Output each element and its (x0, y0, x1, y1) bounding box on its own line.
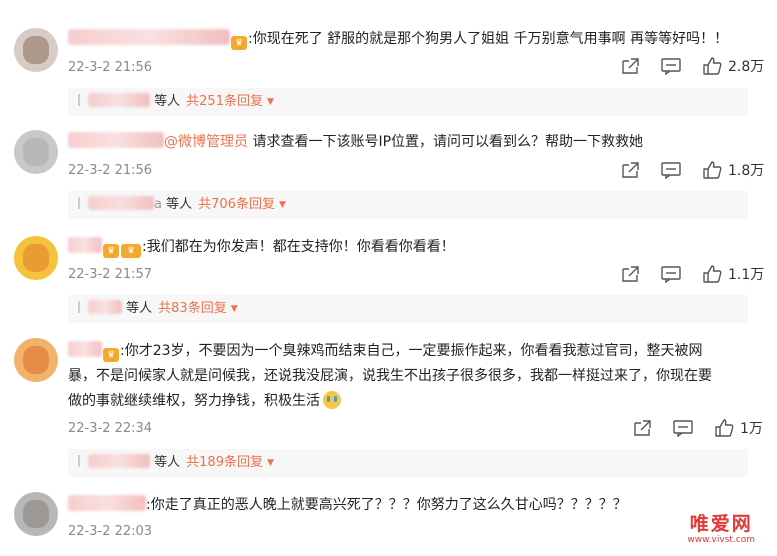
comment-icon (661, 58, 681, 75)
chevron-down-icon: ▼ (230, 304, 238, 314)
share-button[interactable] (620, 57, 640, 75)
share-icon (622, 58, 639, 74)
reply-count[interactable]: 共83条回复 (158, 301, 227, 316)
reply-who: 等人 (166, 197, 193, 212)
like-icon (703, 161, 722, 179)
comment-time: 22-3-2 21:56 (68, 163, 153, 178)
like-icon (703, 265, 722, 283)
chevron-down-icon: ▼ (266, 97, 274, 107)
comment-icon (661, 162, 681, 179)
username-redacted[interactable] (68, 341, 102, 357)
comment-text: ♛:你才23岁，不要因为一个臭辣鸡而结束自己，一定要振作起来，你看看我惹过官司，… (68, 339, 758, 414)
like-count: 1.1万 (728, 267, 765, 283)
mention-link[interactable]: @微博管理员 (164, 134, 248, 150)
like-count: 2.8万 (728, 59, 765, 75)
share-button[interactable] (620, 161, 640, 179)
share-button[interactable] (620, 265, 640, 283)
username-redacted[interactable] (68, 495, 146, 511)
chevron-down-icon: ▼ (266, 458, 274, 468)
reply-count[interactable]: 共706条回复 (198, 197, 275, 212)
comment-time: 22-3-2 21:57 (68, 267, 153, 282)
avatar[interactable] (14, 236, 58, 280)
reply-summary[interactable]: 等人 共251条回复 ▼ (68, 88, 748, 116)
like-button[interactable]: 1万 (714, 418, 763, 438)
comment-text: @微博管理员 请求查看一下该账号IP位置，请问可以看到么？帮助一下救救她 (68, 130, 643, 155)
comment-actions: 1.1万 (600, 264, 764, 284)
crown-badge-icon: ♛ (121, 244, 141, 258)
reply-who: 等人 (126, 301, 153, 316)
comment-text-line: 暴，不是问候家人就是问候我，还说我没屁演，说我生不出孩子很多很多，我都一样挺过来… (68, 368, 712, 384)
reply-count[interactable]: 共189条回复 (186, 455, 263, 470)
like-button[interactable]: 2.8万 (702, 56, 764, 76)
chevron-down-icon: ▼ (278, 200, 286, 210)
crown-badge-icon: ♛ (231, 36, 247, 50)
reply-summary[interactable]: a 等人 共706条回复 ▼ (68, 191, 748, 219)
comment-time: 22-3-2 22:03 (68, 524, 153, 539)
username-redacted[interactable] (68, 237, 102, 253)
avatar[interactable] (14, 338, 58, 382)
avatar[interactable] (14, 130, 58, 174)
comment-button[interactable] (660, 57, 682, 75)
comment-icon (661, 266, 681, 283)
comment-time: 22-3-2 21:56 (68, 60, 153, 75)
reply-divider (78, 455, 80, 467)
like-icon (715, 419, 734, 437)
comment-button[interactable] (660, 265, 682, 283)
comment-text: ♛ ♛:我们都在为你发声！都在支持你！你看看你看看！ (68, 235, 455, 260)
like-count: 1万 (740, 421, 763, 437)
avatar[interactable] (14, 492, 58, 536)
reply-who: 等人 (154, 455, 181, 470)
watermark-url: www.vivst.com (687, 535, 755, 545)
comment-button[interactable] (672, 419, 694, 437)
share-button[interactable] (632, 419, 652, 437)
crown-badge-icon: ♛ (103, 244, 119, 258)
share-icon (634, 420, 651, 436)
username-redacted[interactable] (68, 132, 164, 148)
like-count: 1.8万 (728, 163, 765, 179)
watermark-title: 唯爱网 (689, 513, 753, 535)
comment-actions: 1.8万 (600, 160, 764, 180)
reply-who: 等人 (154, 94, 181, 109)
comment-text: :你走了真正的恶人晚上就要高兴死了？？？你努力了这么久甘心吗？？？？？ (68, 493, 627, 518)
share-icon (622, 266, 639, 282)
site-watermark: 唯爱网 www.vivst.com (687, 513, 755, 546)
username-redacted[interactable] (68, 29, 230, 45)
crying-emoji-icon (323, 391, 341, 409)
reply-user-redacted (88, 454, 150, 468)
comment-time: 22-3-2 22:34 (68, 421, 153, 436)
reply-user-redacted (88, 93, 150, 107)
comment-button[interactable] (660, 161, 682, 179)
crown-badge-icon: ♛ (103, 348, 119, 362)
reply-divider (78, 301, 80, 313)
comment-actions: 1万 (612, 418, 763, 438)
reply-divider (78, 94, 80, 106)
reply-divider (78, 197, 80, 209)
comment-actions: 2.8万 (600, 56, 764, 76)
reply-user-redacted (88, 300, 122, 314)
reply-count[interactable]: 共251条回复 (186, 94, 263, 109)
comment-text-line: 做的事就继续维权，努力挣钱，积极生活 (68, 393, 320, 409)
reply-user-redacted (88, 196, 154, 210)
comment-icon (673, 420, 693, 437)
share-icon (622, 162, 639, 178)
reply-summary[interactable]: 等人 共189条回复 ▼ (68, 449, 748, 477)
comment-text: ♛:你现在死了 舒服的就是那个狗男人了姐姐 千万别意气用事啊 再等等好吗！！ (68, 27, 728, 52)
reply-name-tail: a (154, 197, 162, 212)
reply-summary[interactable]: 等人 共83条回复 ▼ (68, 295, 748, 323)
like-button[interactable]: 1.8万 (702, 160, 764, 180)
like-button[interactable]: 1.1万 (702, 264, 764, 284)
avatar[interactable] (14, 28, 58, 72)
like-icon (703, 57, 722, 75)
